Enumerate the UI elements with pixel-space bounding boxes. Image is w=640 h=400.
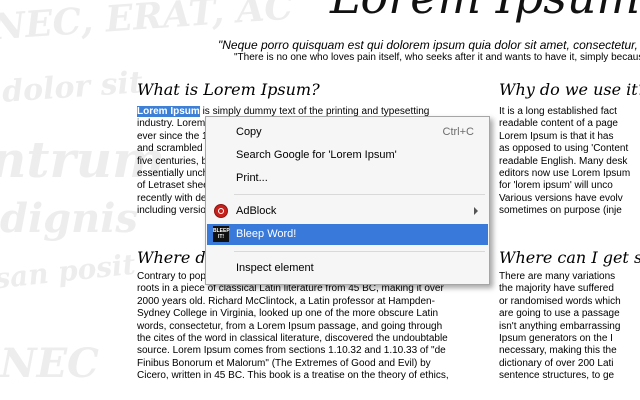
menu-item-adblock[interactable]: AdBlock — [207, 201, 488, 222]
menu-item-label: Inspect element — [236, 262, 314, 274]
paragraph-line: the majority have suffered — [499, 283, 614, 295]
paragraph-line: are going to use a passage — [499, 308, 620, 320]
paragraph-line: words, consectetur, from a Lorem Ipsum p… — [137, 320, 443, 332]
submenu-arrow-icon — [474, 207, 478, 215]
header-quote-translation: "There is no one who loves pain itself, … — [234, 52, 640, 63]
menu-item-label: AdBlock — [236, 205, 277, 217]
paragraph-line: readable English. Many desk — [499, 155, 628, 167]
menu-separator — [234, 194, 485, 195]
paragraph-line: editors now use Lorem Ipsum — [499, 168, 631, 180]
paragraph-line: necessary, making this the — [499, 345, 617, 357]
section-body-where-from: Contrary to popular belief, Lorem Ipsum … — [137, 271, 486, 400]
section-heading-why: Why do we use it? — [499, 80, 640, 99]
menu-item-inspect-element[interactable]: Inspect element — [207, 258, 488, 279]
header-quote: "Neque porro quisquam est qui dolorem ip… — [218, 38, 640, 52]
site-title: Lorem Ipsum — [330, 0, 640, 24]
paragraph-line: Ipsum generators on the I — [499, 333, 613, 345]
menu-item-label: Print... — [236, 172, 268, 184]
watermark-text: dolor sit — [0, 65, 144, 110]
menu-item-label: Copy — [236, 126, 262, 138]
paragraph-line: It is a long established fact — [499, 106, 617, 117]
paragraph-line: the cites of the word in classical liter… — [137, 333, 448, 345]
adblock-icon — [214, 204, 228, 218]
paragraph-line: as opposed to using 'Content — [499, 143, 629, 155]
menu-item-search-google[interactable]: Search Google for 'Lorem Ipsum' — [207, 145, 488, 166]
menu-item-label: Bleep Word! — [236, 228, 297, 240]
selected-word[interactable]: Lorem Ipsum — [137, 106, 200, 117]
paragraph-line: isn't anything embarrassing — [499, 320, 621, 332]
paragraph-line: There are many variations — [499, 271, 616, 282]
menu-item-copy[interactable]: Copy Ctrl+C — [207, 122, 488, 143]
paragraph-line: 2000 years old. Richard McClintock, a La… — [137, 295, 435, 307]
menu-item-print[interactable]: Print... — [207, 168, 488, 189]
paragraph-line: for 'lorem ipsum' will unco — [499, 180, 613, 192]
menu-item-bleep-word[interactable]: BLEEP IT! Bleep Word! — [207, 224, 488, 245]
section-heading-where-get: Where can I get some? — [499, 248, 640, 267]
paragraph-line: dictionary of over 200 Lati — [499, 357, 614, 369]
watermark-text: NEC — [0, 340, 99, 387]
paragraph-line: Sydney College in Virginia, looked up on… — [137, 308, 439, 320]
bleep-icon: BLEEP IT! — [213, 226, 230, 242]
paragraph-line: sometimes on purpose (inje — [499, 205, 622, 217]
paragraph-line: source. Lorem Ipsum comes from sections … — [137, 345, 446, 357]
menu-item-label: Search Google for 'Lorem Ipsum' — [236, 149, 397, 161]
paragraph-line: Finibus Bonorum et Malorum" (The Extreme… — [137, 357, 431, 369]
paragraph-line: sentence structures, to ge — [499, 370, 615, 382]
paragraph-line: Lorem Ipsum is that it has — [499, 130, 614, 142]
watermark-text: dignis — [0, 195, 138, 242]
menu-item-shortcut: Ctrl+C — [442, 126, 474, 138]
paragraph-line: readable content of a page — [499, 118, 618, 130]
paragraph-line: or randomised words which — [499, 295, 621, 307]
menu-separator — [234, 251, 485, 252]
paragraph-line: Cicero, written in 45 BC. This book is a… — [137, 370, 449, 382]
paragraph-line: roots in a piece of classical Latin lite… — [137, 283, 444, 295]
section-heading-what: What is Lorem Ipsum? — [137, 80, 320, 99]
watermark-text: san posit — [0, 247, 137, 296]
section-body-where-get: There are many variations the majority h… — [499, 271, 640, 400]
section-body-why: It is a long established fact readable c… — [499, 106, 640, 230]
context-menu: Copy Ctrl+C Search Google for 'Lorem Ips… — [205, 116, 490, 285]
paragraph-line: Various versions have evolv — [499, 192, 623, 204]
